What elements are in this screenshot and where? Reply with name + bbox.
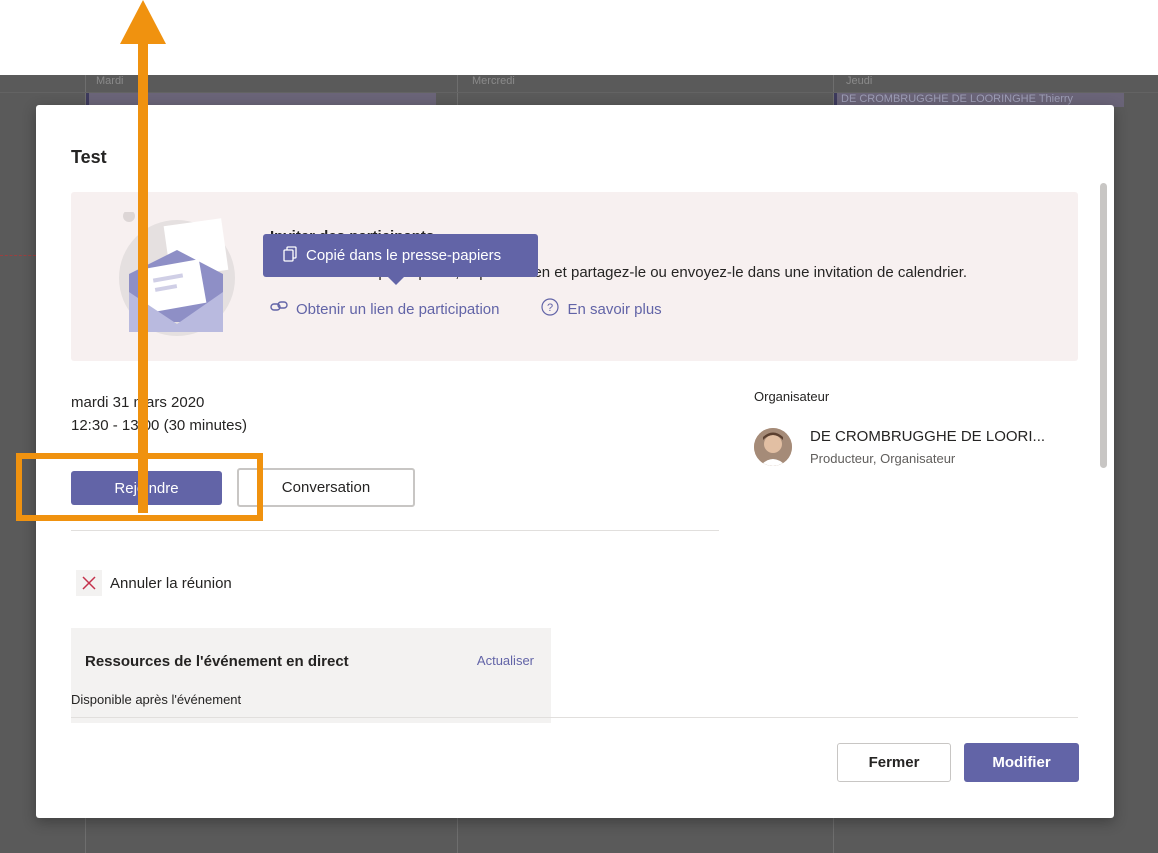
learn-more-link[interactable]: ? En savoir plus bbox=[541, 298, 662, 320]
resources-title: Ressources de l'événement en direct bbox=[85, 653, 349, 670]
cancel-meeting-label: Annuler la réunion bbox=[110, 574, 232, 592]
link-icon bbox=[270, 300, 288, 318]
organizer-avatar[interactable] bbox=[754, 428, 792, 466]
copy-icon bbox=[283, 245, 297, 266]
refresh-link[interactable]: Actualiser bbox=[477, 653, 534, 668]
conversation-button[interactable]: Conversation bbox=[237, 468, 415, 507]
get-join-link[interactable]: Obtenir un lien de participation bbox=[296, 301, 499, 318]
calendar-day-header: Jeudi bbox=[846, 75, 873, 87]
help-icon: ? bbox=[541, 298, 560, 320]
invite-links: Obtenir un lien de participation ? En sa… bbox=[270, 298, 662, 320]
organizer-name[interactable]: DE CROMBRUGGHE DE LOORI... bbox=[810, 428, 1045, 445]
close-button[interactable]: Fermer bbox=[837, 743, 951, 782]
organizer-label: Organisateur bbox=[754, 389, 830, 404]
organizer-role: Producteur, Organisateur bbox=[810, 451, 956, 466]
resources-subtitle: Disponible après l'événement bbox=[71, 692, 242, 707]
section-divider bbox=[71, 530, 719, 531]
footer-divider bbox=[71, 717, 1078, 718]
invite-participants-panel: Inviter des participants Pour inviter de… bbox=[71, 192, 1078, 361]
tooltip-text: Copié dans le presse-papiers bbox=[306, 247, 502, 264]
up-arrow-icon bbox=[120, 0, 166, 513]
current-time-line bbox=[0, 255, 36, 256]
close-x-icon bbox=[76, 570, 102, 596]
copied-tooltip: Copié dans le presse-papiers bbox=[263, 234, 538, 285]
cancel-meeting-button[interactable]: Annuler la réunion bbox=[76, 570, 232, 596]
edit-button[interactable]: Modifier bbox=[964, 743, 1079, 782]
live-event-resources: Ressources de l'événement en direct Actu… bbox=[71, 628, 551, 723]
calendar-day-header: Mercredi bbox=[472, 75, 515, 87]
dialog-scrollbar[interactable] bbox=[1100, 183, 1107, 468]
dialog-title: Test bbox=[71, 147, 107, 167]
svg-text:?: ? bbox=[547, 302, 553, 314]
learn-more-label: En savoir plus bbox=[567, 300, 662, 318]
tooltip-arrow bbox=[388, 277, 404, 285]
